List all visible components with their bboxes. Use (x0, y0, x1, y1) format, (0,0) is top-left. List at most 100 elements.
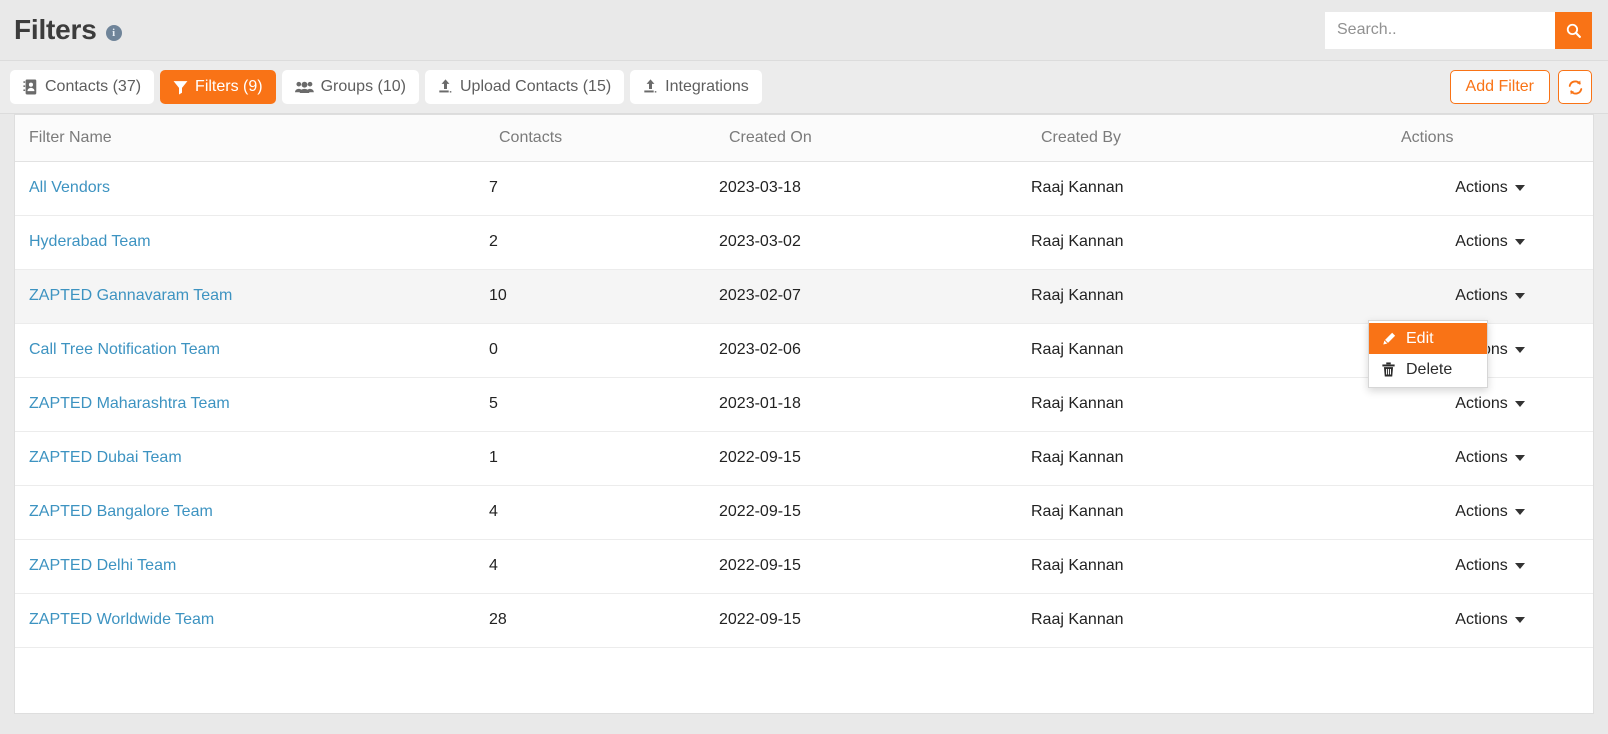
cell-contacts-count: 0 (485, 323, 715, 378)
table-row[interactable]: ZAPTED Worldwide Team 28 2022-09-15 Raaj Ka… (15, 593, 1593, 648)
actions-dropdown-button[interactable]: Actions (1455, 233, 1525, 251)
actions-dropdown-button[interactable]: Actions (1455, 611, 1525, 629)
table-row[interactable]: ZAPTED Dubai Team 1 2022-09-15 Raaj Kannan A… (15, 431, 1593, 486)
actions-dropdown-button[interactable]: Actions (1455, 503, 1525, 521)
table-row[interactable]: Hyderabad Team 2 2023-03-02 Raaj Kannan Acti… (15, 215, 1593, 270)
actions-button-label: Actions (1455, 503, 1508, 520)
actions-button-label: Actions (1455, 179, 1508, 196)
actions-dropdown-button[interactable]: Actions (1455, 449, 1525, 467)
chevron-down-icon (1514, 455, 1525, 461)
cell-filter-name: ZAPTED Maharashtra Team (15, 377, 485, 432)
cell-created-on: 2023-02-06 (715, 323, 1027, 378)
filters-page: Filters i Search.. Contacts (37) Filters… (0, 0, 1608, 734)
header-right-controls (1325, 11, 1592, 49)
actions-button-label: Actions (1455, 395, 1508, 412)
cell-contacts-count: 1 (485, 431, 715, 486)
chevron-down-icon (1514, 185, 1525, 191)
filters-table: Filter Name Contacts Created On Created … (15, 115, 1593, 648)
cell-actions: Actions (1387, 539, 1593, 594)
add-filter-button[interactable]: Add Filter (1449, 70, 1550, 104)
cell-created-on: 2023-03-18 (715, 161, 1027, 216)
column-header-created-by[interactable]: Created By (1027, 115, 1387, 162)
actions-dropdown-menu: Edit Delete (1368, 320, 1488, 388)
actions-button-label: Actions (1455, 611, 1508, 628)
filter-name-link[interactable]: Hyderabad Team (29, 233, 151, 250)
toolbar-right: Add Filter (1449, 70, 1592, 104)
tab-upload-contacts[interactable]: Upload Contacts (15) (424, 70, 625, 104)
table-header: Filter Name Contacts Created On Created … (15, 115, 1593, 162)
filters-table-card: Filter Name Contacts Created On Created … (14, 114, 1594, 714)
chevron-down-icon (1514, 239, 1525, 245)
cell-contacts-count: 2 (485, 215, 715, 270)
cell-contacts-count: 4 (485, 539, 715, 594)
cell-created-on: 2023-01-18 (715, 377, 1027, 432)
table-row[interactable]: ZAPTED Delhi Team 4 2022-09-15 Raaj Kannan A… (15, 539, 1593, 594)
filter-name-link[interactable]: All Vendors (29, 179, 110, 196)
cell-created-by: Raaj Kannan (1027, 377, 1387, 432)
dropdown-item-edit[interactable]: Edit (1369, 323, 1487, 354)
address-book-icon (23, 79, 38, 95)
tab-groups[interactable]: Groups (10) (281, 70, 419, 104)
cell-actions: Actions (1387, 431, 1593, 486)
search-button[interactable] (1555, 11, 1592, 49)
chevron-down-icon (1514, 401, 1525, 407)
table-row[interactable]: All Vendors 7 2023-03-18 Raaj Kannan Actions (15, 161, 1593, 216)
actions-button-label: Actions (1455, 233, 1508, 250)
tab-contacts[interactable]: Contacts (37) (10, 70, 155, 104)
cell-created-on: 2023-02-07 (715, 269, 1027, 324)
refresh-icon (1568, 80, 1582, 94)
tab-filters[interactable]: Filters (9) (160, 70, 276, 104)
table-row[interactable]: ZAPTED Gannavaram Team 10 2023-02-07 Raaj K… (15, 269, 1593, 324)
cell-actions: Actions (1387, 269, 1593, 324)
cell-created-by: Raaj Kannan (1027, 215, 1387, 270)
column-header-actions: Actions (1387, 115, 1593, 162)
actions-button-label: Actions (1455, 449, 1508, 466)
table-row[interactable]: ZAPTED Maharashtra Team 5 2023-01-18 Raaj K… (15, 377, 1593, 432)
column-header-contacts[interactable]: Contacts (485, 115, 715, 162)
table-row[interactable]: ZAPTED Bangalore Team 4 2022-09-15 Raaj Kan… (15, 485, 1593, 540)
funnel-icon (173, 80, 188, 95)
table-header-row: Filter Name Contacts Created On Created … (15, 115, 1593, 162)
filter-name-link[interactable]: ZAPTED Dubai Team (29, 449, 182, 466)
tab-bar: Contacts (37) Filters (9) Groups (10) Up… (0, 61, 1608, 114)
column-header-filter-name[interactable]: Filter Name (15, 115, 485, 162)
table-body: All Vendors 7 2023-03-18 Raaj Kannan Actions… (15, 161, 1593, 648)
table-row[interactable]: Call Tree Notification Team 0 2023-02-06 Ra… (15, 323, 1593, 378)
cell-filter-name: ZAPTED Dubai Team (15, 431, 485, 486)
actions-button-label: Actions (1455, 557, 1508, 574)
cell-created-on: 2022-09-15 (715, 431, 1027, 486)
pencil-icon (1381, 332, 1396, 346)
upload-icon (643, 79, 658, 95)
upload-icon (438, 79, 453, 95)
page-header: Filters i (0, 0, 1608, 61)
cell-contacts-count: 7 (485, 161, 715, 216)
actions-dropdown-button[interactable]: Actions (1455, 287, 1525, 305)
cell-filter-name: ZAPTED Gannavaram Team (15, 269, 485, 324)
dropdown-item-delete[interactable]: Delete (1369, 354, 1487, 385)
info-circle-icon[interactable]: i (105, 25, 122, 41)
cell-actions: Actions (1387, 485, 1593, 540)
filter-name-link[interactable]: ZAPTED Gannavaram Team (29, 287, 232, 304)
filter-name-link[interactable]: ZAPTED Bangalore Team (29, 503, 213, 520)
refresh-button[interactable] (1558, 70, 1592, 104)
tab-filters-label: Filters (9) (195, 78, 263, 95)
dropdown-item-delete-label: Delete (1406, 360, 1453, 378)
cell-created-by: Raaj Kannan (1027, 485, 1387, 540)
cell-actions: Actions (1387, 161, 1593, 216)
cell-contacts-count: 5 (485, 377, 715, 432)
page-title: Filters (14, 14, 97, 45)
cell-filter-name: ZAPTED Bangalore Team (15, 485, 485, 540)
filter-name-link[interactable]: ZAPTED Worldwide Team (29, 611, 214, 628)
tab-integrations[interactable]: Integrations (630, 70, 762, 104)
actions-dropdown-button[interactable]: Actions (1455, 395, 1525, 413)
filter-name-link[interactable]: ZAPTED Maharashtra Team (29, 395, 230, 412)
search-input[interactable] (1325, 11, 1555, 49)
filter-name-link[interactable]: ZAPTED Delhi Team (29, 557, 176, 574)
search-container (1325, 11, 1592, 49)
column-header-created-on[interactable]: Created On (715, 115, 1027, 162)
tab-contacts-label: Contacts (37) (45, 78, 142, 95)
cell-filter-name: Call Tree Notification Team (15, 323, 485, 378)
actions-dropdown-button[interactable]: Actions (1455, 179, 1525, 197)
actions-dropdown-button[interactable]: Actions (1455, 557, 1525, 575)
filter-name-link[interactable]: Call Tree Notification Team (29, 341, 220, 358)
